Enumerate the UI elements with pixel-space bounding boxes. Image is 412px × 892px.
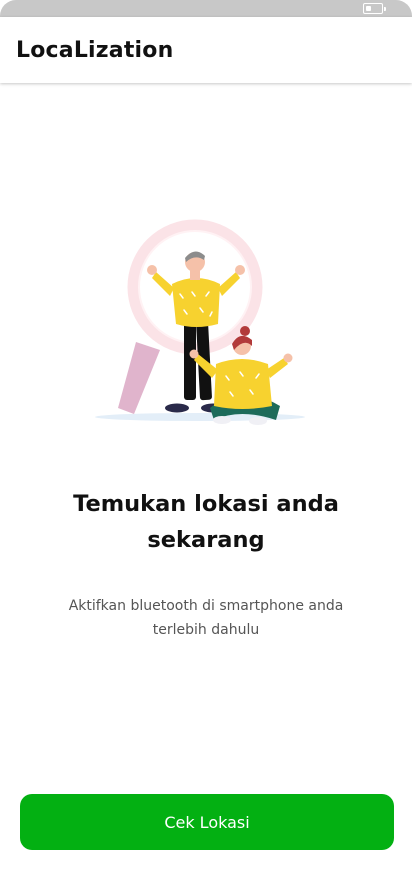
check-location-button[interactable]: Cek Lokasi [20,794,394,850]
app-bar: LocaLization [0,17,412,83]
page-headline: Temukan lokasi anda sekarang [73,491,339,553]
status-bar [0,0,412,17]
battery-level-fill [365,5,372,11]
app-title: LocaLization [16,37,174,63]
magnifier-handle [118,342,160,414]
people-magnifier-illustration [90,212,310,432]
instruction-text: Aktifkan bluetooth di smartphone anda te… [68,598,344,638]
battery-icon [363,3,386,14]
